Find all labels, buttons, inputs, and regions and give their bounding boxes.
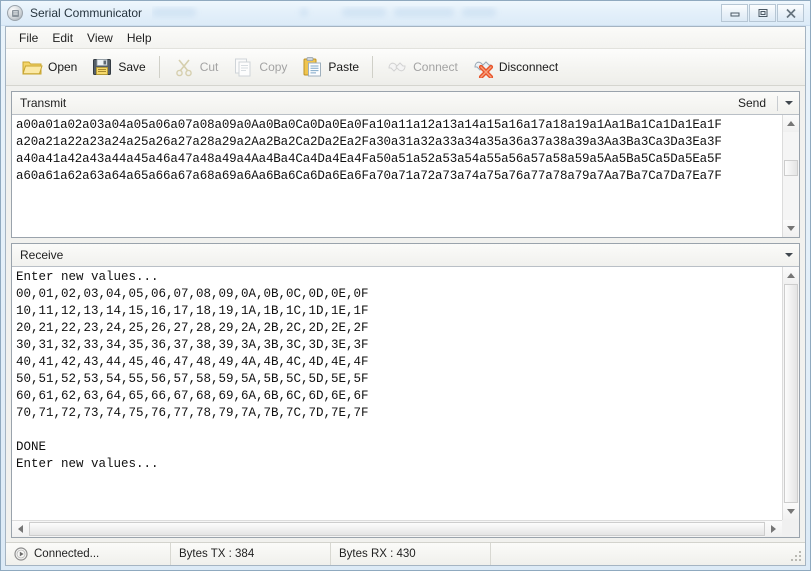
receive-footer (12, 520, 799, 537)
triangle-down-icon (787, 509, 795, 514)
transmit-title: Transmit (20, 96, 730, 110)
connect-button-label: Connect (413, 60, 458, 74)
status-filler (491, 543, 805, 565)
save-button-label: Save (118, 60, 145, 74)
transmit-header-separator (777, 96, 778, 111)
receive-title: Receive (20, 248, 781, 262)
save-button[interactable]: Save (84, 52, 152, 82)
receive-scroll-track[interactable] (783, 284, 799, 503)
receive-textarea[interactable]: Enter new values... 00,01,02,03,04,05,06… (12, 267, 782, 520)
restore-icon (757, 8, 769, 18)
receive-header: Receive (12, 244, 799, 267)
toolbar-separator-1 (159, 56, 160, 78)
minimize-icon (729, 8, 741, 18)
triangle-up-icon (787, 273, 795, 278)
plug-connect-icon (386, 56, 408, 78)
toolbar-separator-2 (372, 56, 373, 78)
menu-item-view[interactable]: View (80, 29, 120, 47)
paste-button[interactable]: Paste (294, 52, 366, 82)
application-window: Serial Communicator (0, 0, 811, 571)
scissors-icon (173, 56, 195, 78)
menu-item-edit[interactable]: Edit (45, 29, 80, 47)
copy-pages-icon (232, 56, 254, 78)
transmit-scroll-track[interactable] (783, 132, 799, 220)
receive-scroll-thumb[interactable] (784, 284, 798, 503)
paste-button-label: Paste (328, 60, 359, 74)
receive-panel: Receive Enter new values... 00,01,02,03,… (11, 243, 800, 538)
toolbar: Open Save C (6, 49, 805, 86)
receive-scroll-left-button[interactable] (12, 521, 29, 537)
receive-horizontal-scrollbar[interactable] (12, 520, 782, 537)
disconnect-button[interactable]: Disconnect (465, 52, 565, 82)
receive-scroll-down-button[interactable] (783, 503, 799, 520)
play-circle-icon (14, 547, 28, 561)
disconnect-button-label: Disconnect (499, 60, 558, 74)
copy-button[interactable]: Copy (225, 52, 294, 82)
cut-button-label: Cut (200, 60, 219, 74)
chevron-down-icon (785, 253, 793, 257)
cut-button[interactable]: Cut (166, 52, 226, 82)
status-connection-label: Connected... (34, 548, 99, 560)
receive-body: Enter new values... 00,01,02,03,04,05,06… (12, 267, 799, 520)
transmit-scroll-up-button[interactable] (783, 115, 799, 132)
clipboard-icon (301, 56, 323, 78)
receive-scroll-up-button[interactable] (783, 267, 799, 284)
triangle-down-icon (787, 226, 795, 231)
transmit-panel: Transmit Send a00a01a02a03a04a05a06a07a0… (11, 91, 800, 238)
plug-disconnect-red-x-icon (472, 56, 494, 78)
status-bar: Connected... Bytes TX : 384 Bytes RX : 4… (6, 542, 805, 565)
menu-item-file[interactable]: File (12, 29, 45, 47)
transmit-scroll-down-button[interactable] (783, 220, 799, 237)
status-bytes-rx: Bytes RX : 430 (331, 543, 491, 565)
close-button[interactable] (777, 4, 804, 22)
receive-vertical-scrollbar[interactable] (782, 267, 799, 520)
restore-button[interactable] (749, 4, 776, 22)
receive-hscroll-track[interactable] (29, 521, 765, 537)
window-controls (720, 4, 804, 22)
send-button[interactable]: Send (730, 93, 774, 113)
title-redacted-region (152, 6, 720, 20)
folder-open-icon (21, 56, 43, 78)
triangle-up-icon (787, 121, 795, 126)
resize-grip-icon[interactable] (789, 549, 803, 563)
window-title: Serial Communicator (30, 6, 142, 20)
floppy-disk-icon (91, 56, 113, 78)
client-area: File Edit View Help Open (5, 26, 806, 566)
triangle-left-icon (18, 525, 23, 533)
minimize-button[interactable] (721, 4, 748, 22)
transmit-header: Transmit Send (12, 92, 799, 115)
status-bytes-tx: Bytes TX : 384 (171, 543, 331, 565)
menu-bar: File Edit View Help (6, 27, 805, 49)
open-button[interactable]: Open (14, 52, 84, 82)
transmit-vertical-scrollbar[interactable] (782, 115, 799, 237)
transmit-textarea[interactable]: a00a01a02a03a04a05a06a07a08a09a0Aa0Ba0Ca… (12, 115, 782, 237)
app-icon (7, 5, 23, 21)
scrollbar-corner (782, 520, 799, 537)
copy-button-label: Copy (259, 60, 287, 74)
receive-scroll-right-button[interactable] (765, 521, 782, 537)
transmit-scroll-thumb[interactable] (784, 160, 798, 176)
status-connection: Connected... (6, 543, 171, 565)
send-options-dropdown[interactable] (781, 94, 797, 112)
transmit-body: a00a01a02a03a04a05a06a07a08a09a0Aa0Ba0Ca… (12, 115, 799, 237)
triangle-right-icon (771, 525, 776, 533)
open-button-label: Open (48, 60, 77, 74)
close-icon (784, 8, 798, 19)
menu-item-help[interactable]: Help (120, 29, 159, 47)
connect-button[interactable]: Connect (379, 52, 465, 82)
title-bar[interactable]: Serial Communicator (1, 1, 810, 26)
chevron-down-icon (785, 101, 793, 105)
receive-hscroll-thumb[interactable] (29, 522, 765, 536)
receive-options-dropdown[interactable] (781, 246, 797, 264)
